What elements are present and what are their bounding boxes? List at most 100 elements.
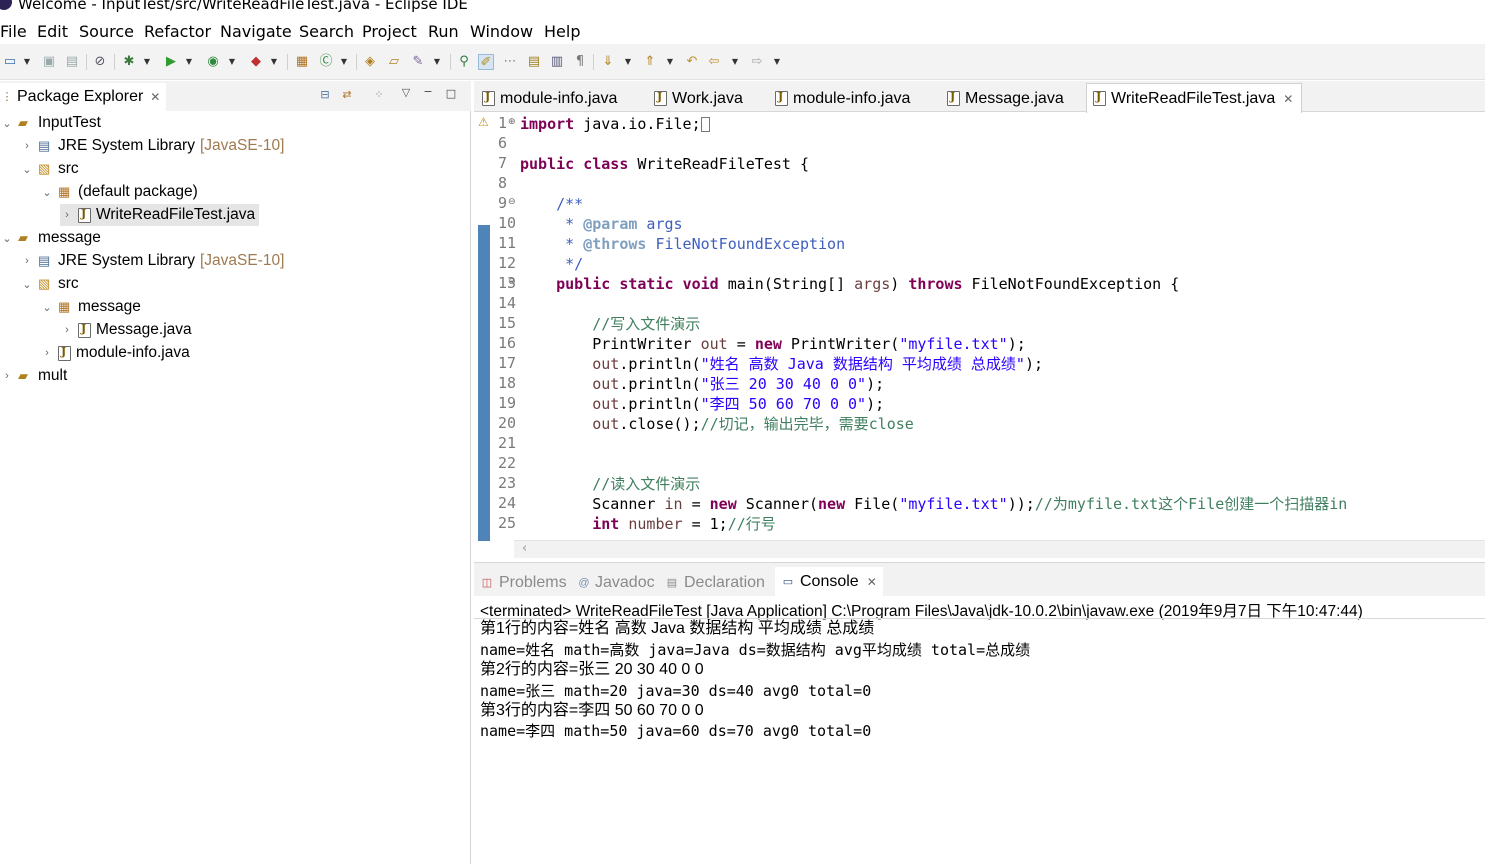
run-dropdown-icon[interactable]: ▼ [184,54,194,70]
coverage-icon[interactable]: ◉ [205,54,221,70]
chevron-right-icon[interactable]: › [20,140,34,152]
fold-collapse-icon[interactable]: ⊖ [508,277,516,287]
tab-console[interactable]: ▭ Console ✕ [775,567,883,597]
run-icon[interactable]: ▶ [163,54,179,70]
tree-item-module-info[interactable]: › module-info.java [40,342,190,364]
view-menu-icon[interactable]: ▽ [399,86,413,100]
tree-item-default-package[interactable]: ⌄ ▦ (default package) [40,181,197,203]
chevron-down-icon[interactable]: ⌄ [0,117,14,130]
show-whitespace-icon[interactable]: ▥ [549,54,565,70]
tree-item-src[interactable]: ⌄ ▧ src [20,273,78,295]
chevron-down-icon[interactable]: ⌄ [0,232,14,245]
tree-item-project-inputtest[interactable]: ⌄ ▰ InputTest [0,112,101,134]
chevron-right-icon[interactable]: › [60,324,74,336]
code-line[interactable]: /** [520,194,583,214]
search-dropdown-icon[interactable]: ▼ [432,54,442,70]
code-line[interactable]: Scanner in = new Scanner(new File("myfil… [520,494,1347,514]
tree-item-jre-library[interactable]: › ▤ JRE System Library [JavaSE-10] [20,135,284,157]
warning-marker-icon[interactable]: ⚠ [478,115,489,129]
minimize-icon[interactable]: − [421,85,435,99]
debug-dropdown-icon[interactable]: ▼ [142,54,152,70]
back-dropdown-icon[interactable]: ▼ [730,54,740,70]
code-line[interactable]: public class WriteReadFileTest { [520,154,809,174]
code-line[interactable]: out.println("李四 50 60 70 0 0"); [520,394,884,414]
tree-item-jre-library[interactable]: › ▤ JRE System Library [JavaSE-10] [20,250,284,272]
close-icon[interactable]: ✕ [150,90,160,104]
code-line[interactable]: * @throws FileNotFoundException [520,234,845,254]
debug-icon[interactable]: ✱ [121,54,137,70]
external-tools-icon[interactable]: ◆ [248,54,264,70]
tab-declaration[interactable]: ▤ Declaration [665,571,765,595]
code-line[interactable]: //读入文件演示 [520,474,700,494]
filter-icon[interactable]: ⁘ [372,88,386,102]
menu-window[interactable]: Window [470,22,533,41]
scroll-left-icon[interactable]: ‹ [522,541,527,556]
tree-item-src[interactable]: ⌄ ▧ src [20,158,78,180]
save-all-icon[interactable]: ▤ [64,54,80,70]
next-annotation-dropdown-icon[interactable]: ▼ [623,54,633,70]
fold-collapse-icon[interactable]: ⊖ [508,197,516,207]
close-icon[interactable]: ✕ [1283,92,1293,106]
next-annotation-down-icon[interactable]: ⇓ [600,54,616,70]
tree-item-project-message[interactable]: ⌄ ▰ message [0,227,101,249]
tab-package-explorer[interactable]: ⋮ Package Explorer ✕ [0,83,167,111]
chevron-right-icon[interactable]: › [40,347,54,359]
menu-search[interactable]: Search [299,22,354,41]
tab-work[interactable]: Work.java [654,85,743,112]
menu-edit[interactable]: Edit [37,22,68,41]
block-selection-icon[interactable]: ⋯ [502,54,518,70]
code-line[interactable]: out.println("姓名 高数 Java 数据结构 平均成绩 总成绩"); [520,354,1043,374]
chevron-down-icon[interactable]: ⌄ [20,278,34,291]
menu-refactor[interactable]: Refactor [144,22,211,41]
code-line[interactable]: * @param args [520,214,682,234]
forward-dropdown-icon[interactable]: ▼ [772,54,782,70]
search-tool-icon[interactable]: ✎ [410,54,426,70]
tab-module-info[interactable]: module-info.java [482,85,617,112]
tab-writereadfiletest[interactable]: WriteReadFileTest.java ✕ [1086,83,1303,113]
new-dropdown-icon[interactable]: ▼ [22,54,32,70]
forward-icon[interactable]: ⇨ [749,54,765,70]
external-tools-dropdown-icon[interactable]: ▼ [269,54,279,70]
new-class-dropdown-icon[interactable]: ▼ [339,54,349,70]
tree-item-message-java[interactable]: › Message.java [60,319,191,341]
open-type-icon[interactable]: ◈ [362,54,378,70]
code-line[interactable]: public static void main(String[] args) t… [520,274,1179,294]
menu-navigate[interactable]: Navigate [220,22,292,41]
open-folder-icon[interactable]: ▱ [386,54,402,70]
tab-module-info[interactable]: module-info.java [775,85,910,112]
pilcrow-icon[interactable]: ¶ [572,54,588,70]
previous-annotation-icon[interactable]: ⇑ [642,54,658,70]
maximize-icon[interactable]: □ [444,87,458,101]
chevron-down-icon[interactable]: ⌄ [20,163,34,176]
new-icon[interactable]: ▭ [2,54,18,70]
tab-problems[interactable]: ◫ Problems [480,571,567,595]
chevron-down-icon[interactable]: ⌄ [40,301,54,314]
next-annotation-icon[interactable]: ▤ [526,54,542,70]
skip-breakpoints-icon[interactable]: ⊘ [92,54,108,70]
chevron-down-icon[interactable]: ⌄ [40,186,54,199]
tree-item-writereadfiletest[interactable]: › WriteReadFileTest.java [60,204,260,226]
chevron-right-icon[interactable]: › [20,255,34,267]
previous-annotation-dropdown-icon[interactable]: ▼ [665,54,675,70]
code-line[interactable]: out.println("张三 20 30 40 0 0"); [520,374,884,394]
tree-item-project-mult[interactable]: › ▰ mult [0,365,67,387]
close-icon[interactable]: ✕ [867,575,877,589]
code-line[interactable]: PrintWriter out = new PrintWriter("myfil… [520,334,1026,354]
toggle-markers-icon[interactable]: ⚲ [456,54,472,70]
code-line[interactable]: out.close();//切记，输出完毕，需要close [520,414,914,434]
menu-run[interactable]: Run [428,22,459,41]
code-line[interactable]: int number = 1;//行号 [520,514,776,534]
code-editor[interactable]: import java.io.File; public class WriteR… [520,114,1480,541]
menu-help[interactable]: Help [544,22,580,41]
tab-message[interactable]: Message.java [947,85,1064,112]
folded-region-icon[interactable] [700,117,710,132]
mark-occurrences-icon[interactable]: ✐ [478,54,494,70]
menu-source[interactable]: Source [79,22,134,41]
menu-file[interactable]: File [0,22,27,41]
chevron-right-icon[interactable]: › [0,370,14,382]
back-icon[interactable]: ⇦ [706,54,722,70]
new-java-package-icon[interactable]: ▦ [294,54,310,70]
tree-item-message-package[interactable]: ⌄ ▦ message [40,296,141,318]
fold-expand-icon[interactable]: ⊕ [508,117,516,127]
code-line[interactable]: */ [520,254,583,274]
